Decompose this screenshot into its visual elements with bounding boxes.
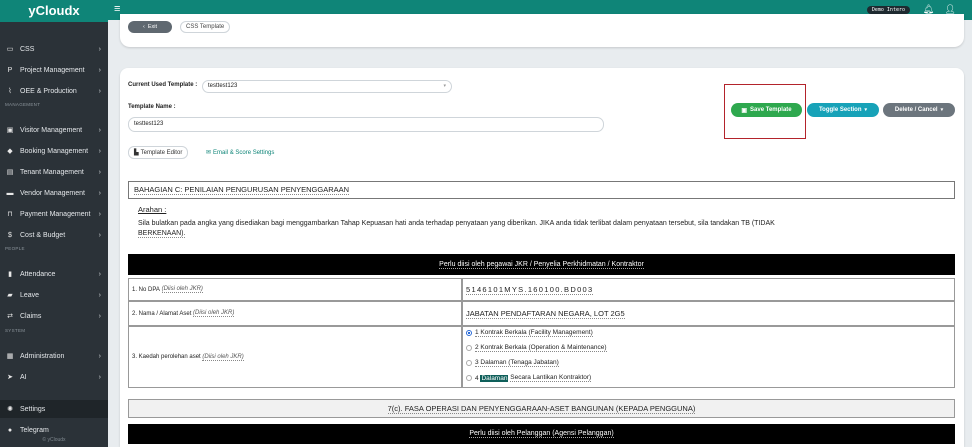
row-no-dpa-value[interactable]: 5146101MYS.160100.BD003 (462, 278, 955, 301)
chevron-right-icon: › (98, 126, 101, 134)
tab-template-editor[interactable]: ▙ Template Editor (128, 146, 189, 159)
caret-down-icon: ▾ (443, 83, 446, 89)
selected-text-highlight: Dalaman (480, 374, 509, 382)
sidebar-item-booking[interactable]: ◆ Booking Management › (0, 142, 108, 160)
chevron-right-icon: › (98, 231, 101, 239)
row-kaedah-label: 3. Kaedah perolehan aset (Diisi oleh JKR… (128, 326, 462, 388)
book-icon: ▮ (8, 271, 12, 278)
sidebar-item-project-management[interactable]: P Project Management › (0, 61, 108, 79)
header-bar-jkr: Perlu diisi oleh pegawai JKR / Penyelia … (128, 254, 955, 275)
tag-icon: ◆ (7, 148, 13, 155)
breadcrumb[interactable]: CSS Template (180, 21, 231, 33)
sidebar: yCloudx ▭ CSS › P Project Management › ⌇ OEE … (0, 0, 108, 447)
section2-title-box: 7(c). FASA OPERASI DAN PENYENGGARAAN-ASE… (128, 399, 955, 418)
chevron-right-icon: › (98, 45, 101, 53)
tab-email-score[interactable]: ✉ Email & Score Settings (206, 146, 274, 159)
sidebar-item-administration[interactable]: ▦ Administration › (0, 347, 108, 365)
sidebar-item-tenant[interactable]: ▤ Tenant Management › (0, 163, 108, 181)
brand-logo[interactable]: yCloudx (0, 0, 108, 22)
exit-button[interactable]: ‹ Exit (128, 21, 172, 33)
cart-icon: ⊓ (7, 211, 13, 218)
sidebar-item-leave[interactable]: ▰ Leave › (0, 286, 108, 304)
chevron-right-icon: › (98, 147, 101, 155)
sidebar-item-claims[interactable]: ⇄ Claims › (0, 307, 108, 325)
chevron-right-icon: › (98, 291, 101, 299)
sidebar-item-ai[interactable]: ➤ AI › (0, 368, 108, 386)
row-nama-aset-value[interactable]: JABATAN PENDAFTARAN NEGARA, LOT 2G5 (462, 301, 955, 326)
sidebar-item-payment[interactable]: ⊓ Payment Management › (0, 205, 108, 223)
chevron-right-icon: › (98, 168, 101, 176)
id-card-icon: ▣ (6, 127, 14, 134)
sidebar-item-settings[interactable]: ✺ Settings (0, 400, 108, 418)
exchange-icon: ⇄ (7, 313, 13, 320)
arahan-title: Arahan : (138, 205, 167, 214)
delete-cancel-button[interactable]: Delete / Cancel ▾ (883, 103, 955, 117)
chevron-left-icon: ‹ (142, 24, 145, 30)
option-1[interactable]: 1 Kontrak Berkala (Facility Management) (466, 329, 593, 337)
chevron-right-icon: › (98, 189, 101, 197)
sidebar-item-css[interactable]: ▭ CSS › (0, 40, 108, 58)
arahan-text: Sila bulatkan pada angka yang disediakan… (138, 220, 775, 238)
radio-unchecked[interactable] (466, 360, 472, 366)
file-icon: ▙ (134, 150, 139, 156)
chevron-right-icon: › (98, 87, 101, 95)
option-3[interactable]: 3 Dalaman (Tenaga Jabatan) (466, 359, 559, 367)
monitor-icon: ▭ (6, 46, 14, 53)
header-bar-pelanggan: Perlu diisi oleh Pelanggan (Agensi Pelan… (128, 424, 955, 444)
radio-unchecked[interactable] (466, 345, 472, 351)
sidebar-item-visitor[interactable]: ▣ Visitor Management › (0, 121, 108, 139)
radio-checked[interactable] (466, 330, 472, 336)
card-icon: ▬ (6, 189, 14, 197)
project-icon: P (7, 66, 13, 74)
current-template-label: Current Used Template : (128, 82, 198, 88)
sidebar-item-cost[interactable]: $ Cost & Budget › (0, 226, 108, 244)
section-label-system: SYSTEM (5, 328, 26, 333)
dollar-icon: $ (8, 231, 12, 239)
sidebar-item-attendance[interactable]: ▮ Attendance › (0, 265, 108, 283)
section-title: BAHAGIAN C: PENILAIAN PENGURUSAN PENYENG… (134, 185, 350, 195)
option-2[interactable]: 2 Kontrak Berkala (Operation & Maintenan… (466, 344, 607, 352)
toggle-section-button[interactable]: Toggle Section ▾ (807, 103, 879, 117)
row-nama-aset-label: 2. Nama / Alamat Aset (Diisi oleh JKR) (128, 301, 462, 326)
caret-down-icon: ▾ (864, 107, 868, 113)
chevron-right-icon: › (98, 373, 101, 381)
chevron-right-icon: › (98, 312, 101, 320)
section-label-people: PEOPLE (5, 246, 25, 251)
highlight-box (724, 84, 806, 139)
sidebar-item-oee[interactable]: ⌇ OEE & Production › (0, 82, 108, 100)
car-icon: ▰ (7, 292, 13, 299)
sidebar-item-vendor[interactable]: ▬ Vendor Management › (0, 184, 108, 202)
row-no-dpa-label: 1. No DPA (Diisi oleh JKR) (128, 278, 462, 301)
user-badge[interactable]: Demo Intero (866, 6, 910, 14)
template-name-label: Template Name : (128, 104, 176, 110)
chevron-right-icon: › (98, 66, 101, 74)
building-icon: ▤ (6, 169, 14, 176)
admin-icon: ▦ (6, 353, 14, 360)
radio-unchecked[interactable] (466, 375, 472, 381)
chevron-right-icon: › (98, 270, 101, 278)
envelope-icon: ✉ (206, 150, 212, 156)
chart-icon: ⌇ (8, 88, 12, 95)
section-title-box: BAHAGIAN C: PENILAIAN PENGURUSAN PENYENG… (128, 181, 955, 199)
template-name-input[interactable]: testtest123 (128, 117, 604, 132)
telegram-icon: ● (7, 426, 13, 434)
chevron-right-icon: › (98, 210, 101, 218)
gear-icon: ✺ (7, 406, 13, 413)
chevron-right-icon: › (98, 352, 101, 360)
plane-icon: ➤ (7, 374, 13, 381)
option-4[interactable]: 4 Dalaman Secara Lantikan Kontraktor) (466, 374, 592, 382)
sidebar-footer: © yCloudx (42, 437, 66, 443)
header-panel (120, 14, 964, 47)
section-label-management: MANAGEMENT (5, 102, 41, 107)
current-template-select[interactable]: testtest123 ▾ (202, 80, 452, 93)
caret-down-icon: ▾ (940, 107, 944, 113)
